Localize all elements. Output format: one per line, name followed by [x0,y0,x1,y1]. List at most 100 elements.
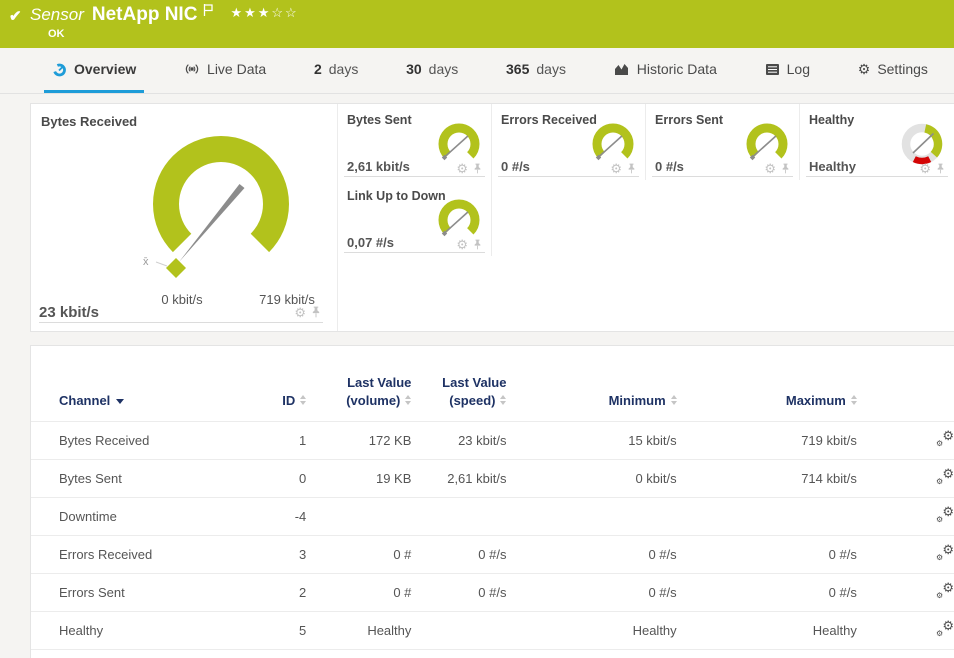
gauge-link-up-to-down: Link Up to Down 0,07 #/s ⚙ [338,180,492,256]
divider [39,322,323,323]
last-value-volume: Healthy [306,612,411,650]
tab-365-days-number: 365 [506,61,529,77]
gear-icon[interactable]: ⚙ [456,238,468,251]
channel-name[interactable]: Errors Sent [31,574,246,612]
maximum-value: 714 kbit/s [677,460,857,498]
gear-icon[interactable]: ⚙ [919,162,931,175]
gauge-bytes-received: Bytes Received x̄ 0 kbit/s 719 kbit/s 23… [31,104,338,331]
minimum-value: 0,04 #/s [506,650,676,658]
gauges-panel: Bytes Received x̄ 0 kbit/s 719 kbit/s 23… [30,103,954,332]
tab-settings-label: Settings [877,61,928,77]
gauge-healthy: Healthy Healthy ⚙ [800,104,954,180]
tab-30-days-label: days [429,61,459,77]
tab-365-days[interactable]: 365 days [498,48,574,93]
pin-icon[interactable] [473,239,482,251]
channel-name[interactable]: Bytes Sent [31,460,246,498]
historic-chart-icon [614,62,630,76]
channel-settings-icon[interactable]: ⚙⚙ [936,431,954,447]
table-row: Bytes Sent 0 19 KB 2,61 kbit/s 0 kbit/s … [31,460,954,498]
gauge-needle [179,184,245,262]
tab-30-days[interactable]: 30 days [398,48,466,93]
tab-overview[interactable]: Overview [44,48,144,93]
table-row: Healthy 5 Healthy Healthy Healthy ⚙⚙ [31,612,954,650]
status-ok-check-icon: ✔ [9,7,22,25]
gauge-current-value: 0 #/s [501,159,530,174]
tab-live-data-label: Live Data [207,61,266,77]
column-header-last-value-volume[interactable]: Last Value (volume) [306,346,411,422]
sensor-header: ✔ Sensor NetApp NIC ★★★☆☆ OK [0,0,954,48]
channel-name[interactable]: Healthy [31,612,246,650]
flag-icon [203,3,214,22]
gear-icon[interactable]: ⚙ [294,306,306,319]
gauge-title: Errors Sent [655,113,723,127]
minimum-value: 0 #/s [506,536,676,574]
tab-log[interactable]: Log [757,48,818,93]
tab-2-days[interactable]: 2 days [306,48,366,93]
maximum-value: Healthy [677,612,857,650]
column-header-channel[interactable]: Channel [31,346,246,422]
priority-stars[interactable]: ★★★☆☆ [230,5,298,21]
gauge-current-value: 2,61 kbit/s [347,159,410,174]
gauge-errors-received: Errors Received 0 #/s ⚙ [492,104,646,180]
column-header-maximum[interactable]: Maximum [677,346,857,422]
column-header-last-value-speed[interactable]: Last Value (speed) [411,346,506,422]
column-header-id[interactable]: ID [246,346,306,422]
pin-icon[interactable] [311,306,321,319]
gear-icon[interactable]: ⚙ [456,162,468,175]
maximum-value: 719 kbit/s [677,422,857,460]
channel-settings-icon[interactable]: ⚙⚙ [936,507,954,523]
sort-desc-icon [116,399,124,404]
tab-2-days-label: days [329,61,359,77]
last-value-speed: 0 #/s [411,536,506,574]
channel-id: 1 [246,422,306,460]
pin-icon[interactable] [473,163,482,175]
channel-id: 5 [246,612,306,650]
last-value-speed: 23 kbit/s [411,422,506,460]
channel-name[interactable]: Downtime [31,498,246,536]
tab-live-data[interactable]: Live Data [176,48,274,93]
gear-icon[interactable]: ⚙ [764,162,776,175]
gauge-current-value: 0 #/s [655,159,684,174]
last-value-volume: 4 # [306,650,411,658]
table-row: Bytes Received 1 172 KB 23 kbit/s 15 kbi… [31,422,954,460]
channel-settings-icon[interactable]: ⚙⚙ [936,469,954,485]
minimum-value [506,498,676,536]
channels-panel: Channel ID Last Value (volume) Last Valu… [30,345,954,658]
sort-icon [405,395,411,405]
last-value-speed: 2,61 kbit/s [411,460,506,498]
log-icon [765,63,780,76]
tab-historic-data[interactable]: Historic Data [606,48,725,93]
column-header-minimum[interactable]: Minimum [506,346,676,422]
gauge-current-value: 23 kbit/s [39,304,99,321]
channel-id: 4 [246,650,306,658]
channel-name[interactable]: Bytes Received [31,422,246,460]
tab-2-days-number: 2 [314,61,322,77]
tab-settings[interactable]: ⚙ Settings [850,48,936,93]
gauge-title: Bytes Sent [347,113,412,127]
channel-id: 2 [246,574,306,612]
pin-icon[interactable] [936,163,945,175]
channel-name[interactable]: Errors Received [31,536,246,574]
pin-icon[interactable] [627,163,636,175]
channel-name[interactable]: Link Up to Down [31,650,246,658]
live-data-icon [184,61,200,77]
average-marker: x̄ [143,256,149,268]
channel-settings-icon[interactable]: ⚙⚙ [936,545,954,561]
minimum-value: 0 #/s [506,574,676,612]
gear-icon[interactable]: ⚙ [610,162,622,175]
gauge-current-value: 0,07 #/s [347,235,394,250]
gauge-scale-max: 719 kbit/s [245,292,329,307]
gauge-icon [52,62,67,77]
gauge-title: Healthy [809,113,854,127]
table-row: Downtime -4 ⚙⚙ [31,498,954,536]
pin-icon[interactable] [781,163,790,175]
last-value-speed [411,612,506,650]
last-value-volume: 172 KB [306,422,411,460]
channels-table: Channel ID Last Value (volume) Last Valu… [31,346,954,658]
channel-settings-icon[interactable]: ⚙⚙ [936,583,954,599]
sort-icon [500,395,506,405]
gauge-title: Link Up to Down [347,189,446,203]
table-row: Link Up to Down 4 4 # 0,07 #/s 0,04 #/s … [31,650,954,658]
table-row: Errors Received 3 0 # 0 #/s 0 #/s 0 #/s … [31,536,954,574]
channel-settings-icon[interactable]: ⚙⚙ [936,621,954,637]
